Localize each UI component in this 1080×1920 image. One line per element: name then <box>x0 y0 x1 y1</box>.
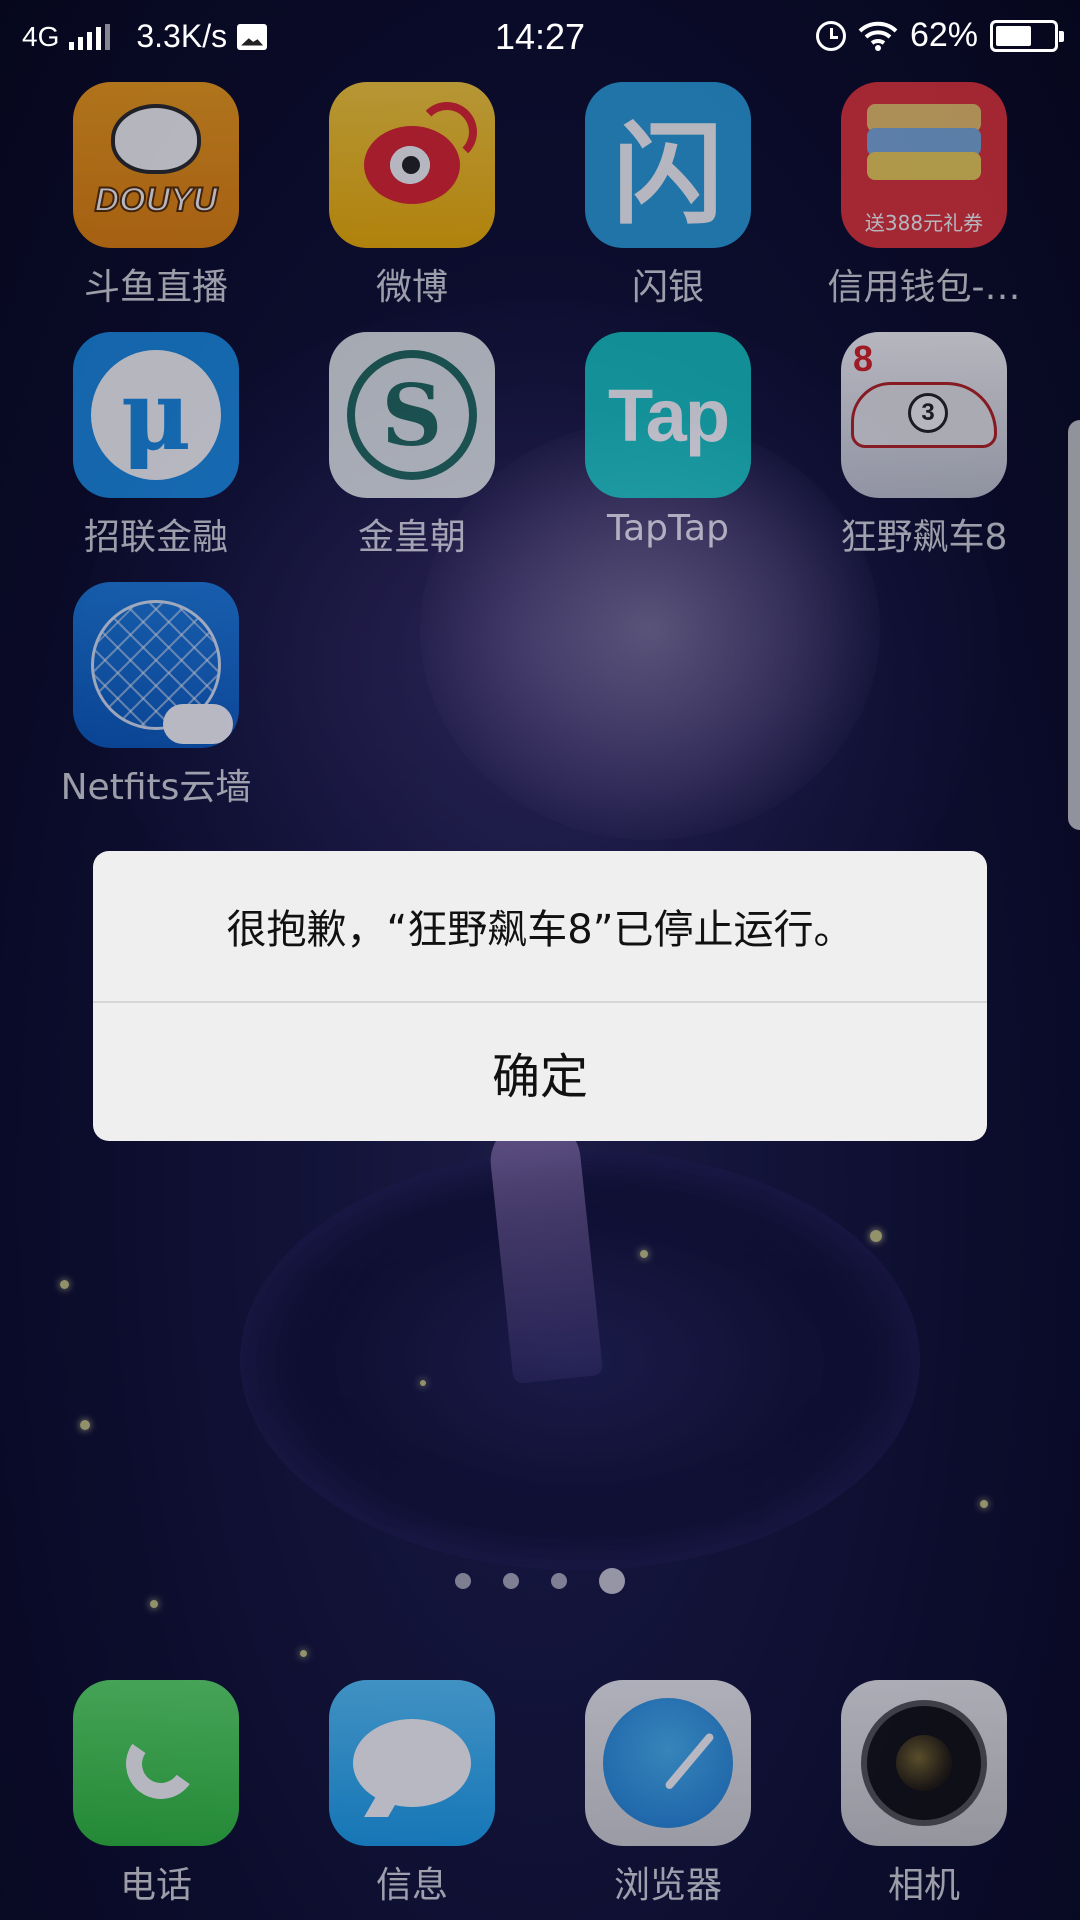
jinhuangchao-icon: S <box>329 332 495 498</box>
dialog-message: 很抱歉，“狂野飙车8”已停止运行。 <box>93 851 987 1003</box>
dock-phone[interactable]: 电话 <box>56 1680 256 1908</box>
app-shanyin[interactable]: 闪 闪银 <box>568 82 768 310</box>
browser-icon <box>585 1680 751 1846</box>
app-label: 斗鱼直播 <box>83 267 228 308</box>
app-label: 相机 <box>887 1865 960 1906</box>
shanyin-icon: 闪 <box>585 82 751 248</box>
app-label: 微博 <box>375 267 448 308</box>
page-dot-active[interactable] <box>599 1568 625 1594</box>
page-dot[interactable] <box>551 1573 567 1589</box>
douyu-fish-mascot <box>111 104 201 174</box>
app-label: 招联金融 <box>83 517 228 558</box>
weibo-icon <box>329 82 495 248</box>
edge-panel-handle[interactable] <box>1068 420 1080 830</box>
battery-percentage: 62% <box>909 16 978 54</box>
status-bar: 4G 3.3K/s 14:27 62% <box>0 0 1080 76</box>
camera-icon <box>841 1680 1007 1846</box>
app-stopped-dialog: 很抱歉，“狂野飙车8”已停止运行。 确定 <box>93 851 987 1141</box>
douyu-icon: DOUYU <box>73 82 239 248</box>
page-indicator <box>0 1568 1080 1594</box>
app-credit-wallet[interactable]: 送388元礼券 信用钱包-… <box>824 82 1024 310</box>
page-dot[interactable] <box>503 1573 519 1589</box>
app-jinhuangchao[interactable]: S 金皇朝 <box>312 332 512 560</box>
app-taptap[interactable]: Tap TapTap <box>568 332 768 549</box>
asphalt8-icon: 8 3 <box>841 332 1007 498</box>
app-label: TapTap <box>607 508 729 549</box>
taptap-icon: Tap <box>585 332 751 498</box>
cloud-icon <box>163 704 233 744</box>
jinhuangchao-glyph: S <box>347 350 477 480</box>
page-dot[interactable] <box>455 1573 471 1589</box>
battery-fill <box>996 25 1031 46</box>
dock-browser[interactable]: 浏览器 <box>568 1680 768 1908</box>
douyu-logo-text: DOUYU <box>94 180 219 220</box>
app-label: 闪银 <box>631 267 704 308</box>
app-label: 浏览器 <box>613 1865 722 1906</box>
asphalt8-number: 8 <box>853 338 874 379</box>
camera-lens-icon <box>861 1700 987 1826</box>
app-netfits[interactable]: Netfits云墙 <box>56 582 256 810</box>
weibo-signal-arc <box>417 102 477 162</box>
alarm-icon <box>815 20 846 51</box>
app-douyu[interactable]: DOUYU 斗鱼直播 <box>56 82 256 310</box>
credit-wallet-icon: 送388元礼券 <box>841 82 1007 248</box>
confirm-button[interactable]: 确定 <box>93 1003 987 1141</box>
app-label: Netfits云墙 <box>60 767 252 808</box>
shanyin-glyph: 闪 <box>613 111 723 239</box>
zhaolian-glyph: μ <box>91 350 221 480</box>
app-label: 电话 <box>119 1865 192 1906</box>
zhaolian-icon: μ <box>73 332 239 498</box>
speech-bubble-icon <box>353 1719 471 1807</box>
app-zhaolian[interactable]: μ 招联金融 <box>56 332 256 560</box>
messages-icon <box>329 1680 495 1846</box>
phone-icon <box>73 1680 239 1846</box>
app-label: 狂野飙车8 <box>840 517 1008 558</box>
handset-icon <box>116 1723 196 1803</box>
wifi-icon <box>858 21 898 51</box>
dock-messages[interactable]: 信息 <box>312 1680 512 1908</box>
battery-icon <box>990 19 1064 52</box>
dock-camera[interactable]: 相机 <box>824 1680 1024 1908</box>
app-label: 信息 <box>375 1865 448 1906</box>
app-label: 信用钱包-… <box>827 267 1021 308</box>
compass-icon <box>603 1698 733 1828</box>
app-asphalt8[interactable]: 8 3 狂野飙车8 <box>824 332 1024 560</box>
race-car-icon: 3 <box>851 382 997 448</box>
app-label: 金皇朝 <box>357 517 466 558</box>
app-weibo[interactable]: 微博 <box>312 82 512 310</box>
netfits-icon <box>73 582 239 748</box>
taptap-glyph: Tap <box>607 373 730 457</box>
credit-wallet-promo: 送388元礼券 <box>864 211 984 235</box>
